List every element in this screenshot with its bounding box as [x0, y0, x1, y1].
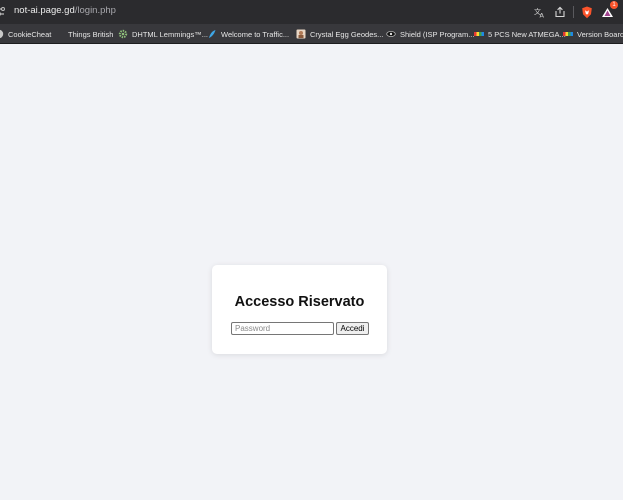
photo-icon: [296, 29, 306, 39]
eye-icon: [386, 29, 396, 39]
toolbar-divider: [573, 6, 574, 18]
share-icon[interactable]: [552, 4, 568, 20]
feather-icon: [207, 29, 217, 39]
url-host: not-ai.page.gd: [14, 5, 75, 16]
bookmark-cookiecheat[interactable]: CookieCheat: [0, 27, 51, 41]
notification-badge: 1: [610, 1, 618, 9]
bookmark-version-board[interactable]: Version Board A: [563, 27, 623, 41]
svg-text:A: A: [540, 12, 545, 19]
bookmarks-bar: CookieCheat Things British DHTML Lemming…: [0, 24, 623, 44]
brave-shields-icon[interactable]: [579, 4, 595, 20]
login-button[interactable]: Accedi: [336, 322, 369, 335]
translate-icon[interactable]: 文A: [532, 4, 548, 20]
page-title: Accesso Riservato: [234, 294, 365, 310]
bookmark-label: Things British: [68, 29, 114, 39]
url-field[interactable]: not-ai.page.gd/login.php: [14, 5, 116, 16]
password-input[interactable]: [231, 322, 334, 335]
bookmark-things-british[interactable]: Things British: [54, 27, 113, 41]
bookmark-label: 5 PCS New ATMEGA...: [488, 29, 566, 39]
color-bar-icon: [563, 29, 573, 39]
cookie-icon: [0, 29, 4, 39]
bookmark-label: DHTML Lemmings™...: [132, 29, 208, 39]
bookmark-shield-isp-program[interactable]: Shield (ISP Program...: [386, 27, 474, 41]
blank-page-icon: [54, 29, 64, 39]
gear-icon: [118, 29, 128, 39]
bookmark-dhtml-lemmings[interactable]: DHTML Lemmings™...: [118, 27, 208, 41]
bookmark-welcome-to-traffic[interactable]: Welcome to Traffic...: [207, 27, 289, 41]
site-info-icon[interactable]: [0, 5, 6, 18]
bookmark-5-pcs-atmega[interactable]: 5 PCS New ATMEGA...: [474, 27, 566, 41]
address-bar-actions: 文A 1: [528, 1, 618, 20]
bookmark-label: Crystal Egg Geodes...: [310, 29, 384, 39]
bookmark-label: Version Board A: [577, 29, 623, 39]
color-bar-icon: [474, 29, 484, 39]
bookmark-label: CookieCheat: [8, 29, 52, 39]
bookmark-label: Welcome to Traffic...: [221, 29, 290, 39]
bookmark-label: Shield (ISP Program...: [400, 29, 475, 39]
bookmark-crystal-egg-geodes[interactable]: Crystal Egg Geodes...: [296, 27, 383, 41]
brave-rewards-icon[interactable]: 1: [599, 1, 618, 20]
browser-address-bar: not-ai.page.gd/login.php 文A 1: [0, 0, 623, 24]
login-card: Accesso Riservato Accedi: [212, 265, 387, 354]
url-path: /login.php: [74, 5, 116, 16]
